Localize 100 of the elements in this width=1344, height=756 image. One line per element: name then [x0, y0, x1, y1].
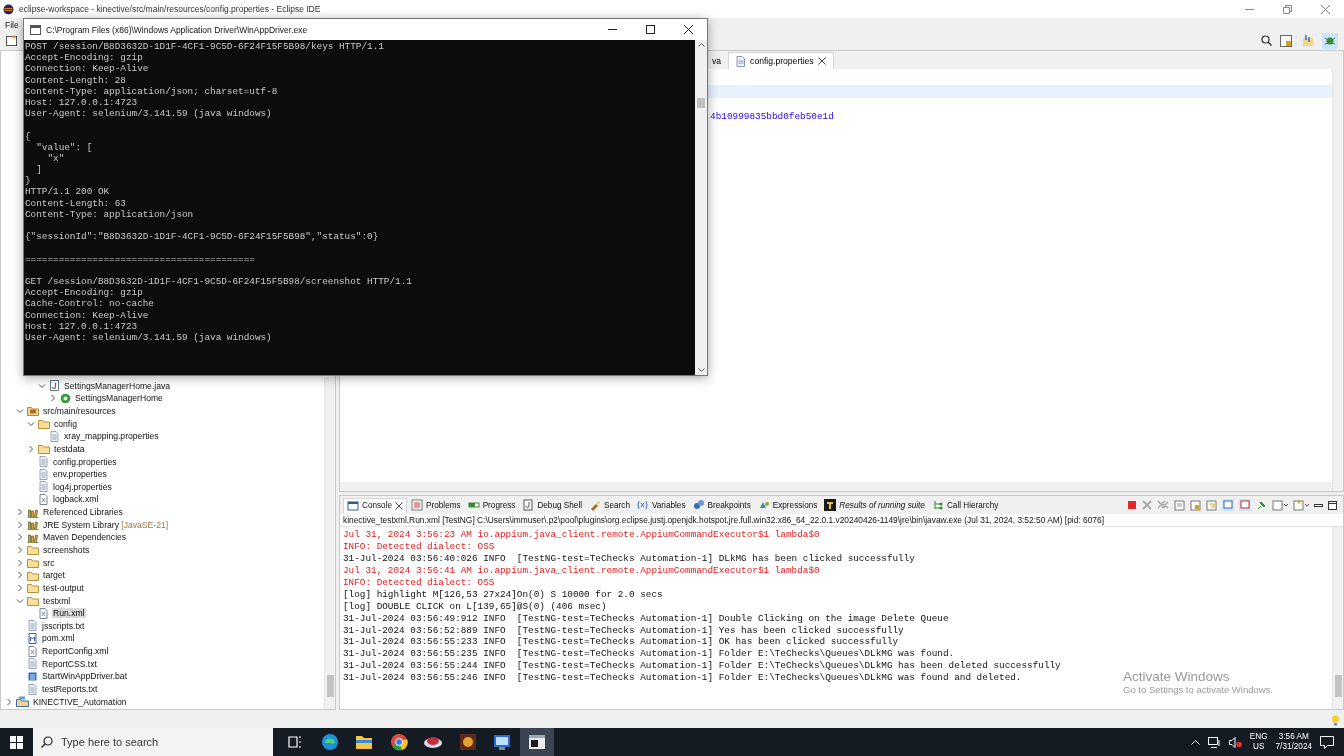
muted-speaker-icon[interactable]	[1228, 736, 1242, 748]
log-line: [log] highlight M[126,53 27x24]On(0) S 10000 for 2.0 secs	[343, 588, 663, 601]
close-icon[interactable]	[395, 501, 404, 510]
tree-item[interactable]: SettingsManagerHome.java	[1, 379, 324, 392]
vertical-scrollbar[interactable]	[324, 377, 335, 709]
eclipse-logo-icon	[3, 3, 14, 15]
tree-item[interactable]: pom.xml	[1, 632, 324, 645]
view-tab[interactable]: Problems	[408, 498, 464, 512]
library-icon	[27, 519, 39, 531]
view-tab[interactable]: Call Hierarchy	[928, 498, 1002, 512]
debug-perspective-icon[interactable]	[1322, 32, 1338, 49]
expanded-chevron-icon[interactable]	[16, 596, 24, 605]
text-file-icon	[49, 430, 60, 442]
tree-item[interactable]: SettingsManagerHome	[1, 392, 324, 405]
text-file-icon	[27, 620, 38, 632]
view-tab[interactable]: Search	[586, 498, 633, 512]
scroll-up-icon[interactable]	[697, 42, 705, 47]
terminate-icon[interactable]	[1127, 500, 1137, 510]
tree-item[interactable]: testReports.txt	[1, 682, 324, 696]
clear-console-icon[interactable]	[1174, 499, 1185, 511]
view-tab[interactable]: Expressions	[754, 498, 821, 512]
tree-item[interactable]: env.properties	[1, 467, 324, 481]
properties-file-icon	[736, 55, 747, 67]
tree-item[interactable]: log4j.properties	[1, 480, 324, 494]
input-language[interactable]: ENG US	[1249, 732, 1268, 752]
show-error-icon[interactable]	[1239, 499, 1251, 511]
maximize-icon[interactable]	[1328, 500, 1337, 510]
tree-item[interactable]: screenshots	[1, 543, 324, 557]
vertical-scrollbar[interactable]	[1332, 527, 1343, 709]
tree-item[interactable]: JRE System Library [JavaSE-21]	[1, 518, 324, 532]
lightbulb-icon[interactable]	[1331, 714, 1340, 726]
library-icon	[27, 531, 39, 543]
tree-item[interactable]: config	[1, 417, 324, 430]
view-tab[interactable]: Progress	[464, 498, 519, 512]
scrollbar-thumb[interactable]	[1334, 675, 1342, 697]
tree-item[interactable]: Referenced Libraries	[1, 505, 324, 519]
expanded-chevron-icon[interactable]	[38, 381, 46, 390]
search-icon[interactable]	[1261, 35, 1272, 46]
log-line: 31-Jul-2024 03:56:55:244 INFO [TestNG-test=TeChecks Automation-1] Folder E:\TeChecks\Queues\DLkMG has been deleted successfully	[343, 660, 1061, 673]
collapsed-chevron-icon[interactable]	[5, 697, 13, 706]
terminal-line: {	[25, 130, 32, 142]
view-tab[interactable]: Results of running suite	[821, 498, 928, 512]
clock[interactable]: 3:56 AM 7/31/2024	[1275, 732, 1312, 752]
tree-item[interactable]: test-output	[1, 581, 324, 595]
vertical-scrollbar[interactable]	[1332, 69, 1343, 491]
vertical-scrollbar[interactable]	[695, 40, 707, 375]
terminal-line: GET /session/B8D3632D-1D1F-4CF1-9C5D-6F24F15F5B98/screenshot HTTP/1.1	[25, 275, 413, 288]
editor-tab[interactable]: va	[712, 52, 729, 69]
text-file-icon	[38, 481, 49, 493]
tree-item[interactable]: testdata	[1, 442, 324, 456]
tree-item[interactable]: logback.xml	[1, 493, 324, 506]
new-icon[interactable]	[6, 35, 18, 46]
remove-all-icon[interactable]	[1157, 500, 1169, 510]
tree-item[interactable]: jsscripts.txt	[1, 619, 324, 633]
view-tab[interactable]: Debug Shell	[519, 498, 585, 512]
tree-item[interactable]: xray_mapping.properties	[1, 429, 324, 443]
tree-item[interactable]: testxml	[1, 594, 324, 607]
view-tab[interactable]: Breakpoints	[689, 498, 754, 512]
chevron-up-icon[interactable]	[1190, 739, 1200, 745]
tree-item[interactable]: KINECTIVE_Automation	[1, 695, 324, 708]
start-icon[interactable]	[10, 735, 23, 749]
taskbar-app-button[interactable]	[519, 728, 554, 756]
view-tab[interactable]: Variables	[633, 498, 689, 512]
process-description: kinective_testxml.Run.xml [TestNG] C:\Users\immuser\.p2\pool\plugins\org.eclipse.justj.openjdk.hotspot.jre.full.win32.x86_64_22.0.1.v20240426-1149\jre\bin\javaw.exe (Jul 31, 2024, 3:52:50 AM) [pid: 6076]	[340, 514, 1343, 527]
scrollbar-thumb[interactable]	[326, 675, 334, 697]
tree-item[interactable]: Run.xml	[1, 606, 324, 620]
scroll-lock-icon[interactable]	[1190, 499, 1201, 511]
tree-item[interactable]: config.properties	[1, 455, 324, 468]
xml-file-icon	[38, 607, 49, 619]
tree-item[interactable]: src	[1, 556, 324, 569]
tree-item[interactable]: ReportConfig.xml	[1, 644, 324, 658]
open-perspective-icon[interactable]	[1278, 32, 1294, 49]
close-icon[interactable]	[817, 57, 826, 65]
scrollbar-thumb[interactable]	[697, 97, 705, 108]
remove-launch-icon[interactable]	[1142, 500, 1152, 510]
collapsed-chevron-icon[interactable]	[49, 394, 57, 403]
show-output-icon[interactable]	[1222, 499, 1234, 511]
display-console-icon[interactable]	[1272, 499, 1288, 511]
notification-icon[interactable]	[1320, 735, 1334, 749]
view-tab[interactable]: Console	[343, 497, 408, 513]
tree-item[interactable]: Maven Dependencies	[1, 531, 324, 544]
open-console-icon[interactable]	[1293, 499, 1309, 511]
word-wrap-icon[interactable]	[1206, 499, 1217, 511]
network-icon[interactable]	[1207, 736, 1221, 748]
package-folder-icon	[27, 405, 39, 417]
tree-item[interactable]: src/main/resources	[1, 404, 324, 418]
log-line: 31-Jul-2024 03:56:49:912 INFO [TestNG-test=TeChecks Automation-1] Double Clicking on the image Delete Queue	[343, 612, 949, 625]
scroll-down-icon[interactable]	[697, 368, 705, 373]
tree-item[interactable]: ReportCSS.txt	[1, 657, 324, 671]
collapsed-chevron-icon[interactable]	[27, 444, 35, 453]
pin-icon[interactable]	[1256, 499, 1267, 511]
horizontal-scrollbar[interactable]	[340, 482, 1332, 491]
text-file-icon	[38, 468, 49, 480]
tree-item[interactable]: StartWinAppDriver.bat	[1, 670, 324, 683]
menu-item[interactable]: File	[5, 19, 19, 30]
java-perspective-icon[interactable]	[1300, 32, 1316, 49]
editor-tab[interactable]: config.properties	[728, 52, 834, 69]
tree-item[interactable]: target	[1, 568, 324, 582]
search-field[interactable]: Type here to search	[33, 728, 273, 756]
folder-icon	[38, 418, 50, 430]
